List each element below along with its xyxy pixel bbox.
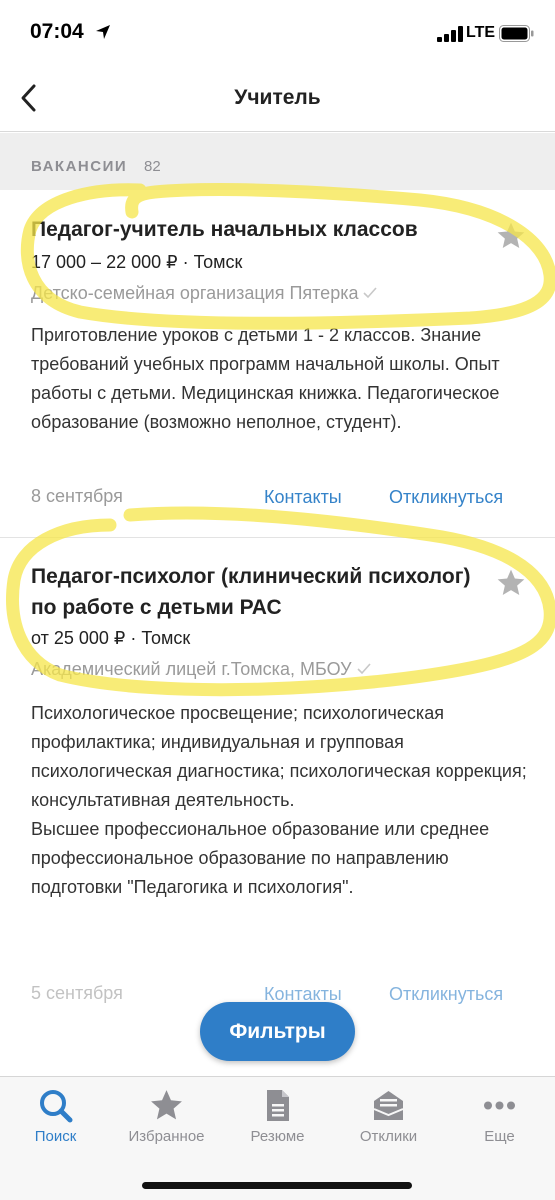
tab-label: Поиск — [34, 1128, 77, 1145]
vacancy-salary: 17 000 – 22 000 ₽ · Томск — [31, 252, 243, 272]
vacancy-card[interactable]: Педагог-учитель начальных классов 17 000… — [0, 190, 555, 538]
company-name: Детско-семейная организация Пятерка — [31, 283, 359, 303]
vacancy-date: 8 сентября — [31, 486, 123, 506]
home-indicator — [142, 1182, 412, 1189]
tab-resume[interactable]: Резюме — [222, 1077, 333, 1167]
tab-responses[interactable]: Отклики — [333, 1077, 444, 1167]
location-arrow-icon — [96, 25, 110, 39]
document-icon — [267, 1090, 289, 1121]
battery-icon — [499, 25, 534, 42]
vacancy-company[interactable]: Детско-семейная организация Пятерка — [31, 283, 378, 304]
tab-more[interactable]: Еще — [444, 1077, 555, 1167]
more-icon — [484, 1101, 515, 1110]
vacancy-description: Приготовление уроков с детьми 1 - 2 клас… — [31, 325, 500, 432]
signal-icon — [437, 26, 463, 42]
star-icon — [151, 1090, 182, 1120]
respond-link[interactable]: Откликнуться — [389, 984, 503, 1005]
navigation-bar: Учитель — [0, 66, 555, 132]
favorite-star-icon[interactable] — [494, 220, 528, 252]
tab-label: Еще — [484, 1128, 515, 1145]
tab-label: Избранное — [128, 1128, 205, 1145]
vacancy-card[interactable]: Педагог-психолог (клинический психолог) … — [0, 539, 555, 1039]
network-type: LTE — [466, 24, 496, 41]
inbox-icon — [373, 1091, 404, 1120]
verified-check-icon — [363, 287, 378, 299]
vacancy-count: 82 — [144, 158, 161, 175]
vacancy-description: Психологическое просвещение; психологиче… — [31, 703, 527, 897]
verified-check-icon — [357, 663, 371, 675]
section-label: ВАКАНСИИ — [31, 158, 128, 175]
company-name: Академический лицей г.Томска, МБОУ — [31, 659, 352, 679]
tab-search[interactable]: Поиск — [0, 1077, 111, 1167]
vacancy-salary: от 25 000 ₽ · Томск — [31, 628, 191, 648]
respond-link[interactable]: Откликнуться — [389, 487, 503, 508]
favorite-star-icon[interactable] — [494, 567, 528, 599]
page-title: Учитель — [234, 86, 321, 109]
tab-favorites[interactable]: Избранное — [111, 1077, 222, 1167]
vacancy-title[interactable]: Педагог-психолог (клинический психолог) … — [31, 561, 476, 623]
search-icon — [40, 1090, 73, 1123]
status-time: 07:04 — [30, 20, 84, 43]
section-header: ВАКАНСИИ 82 — [0, 133, 555, 190]
status-bar: 07:04 LTE — [0, 0, 555, 66]
tab-label: Резюме — [250, 1128, 305, 1145]
vacancy-date: 5 сентября — [31, 983, 123, 1003]
vacancy-company[interactable]: Академический лицей г.Томска, МБОУ — [31, 659, 371, 680]
vacancy-title[interactable]: Педагог-учитель начальных классов — [31, 214, 476, 245]
filters-button[interactable]: Фильтры — [200, 1002, 355, 1061]
tab-label: Отклики — [359, 1128, 418, 1145]
contacts-link[interactable]: Контакты — [264, 487, 342, 508]
